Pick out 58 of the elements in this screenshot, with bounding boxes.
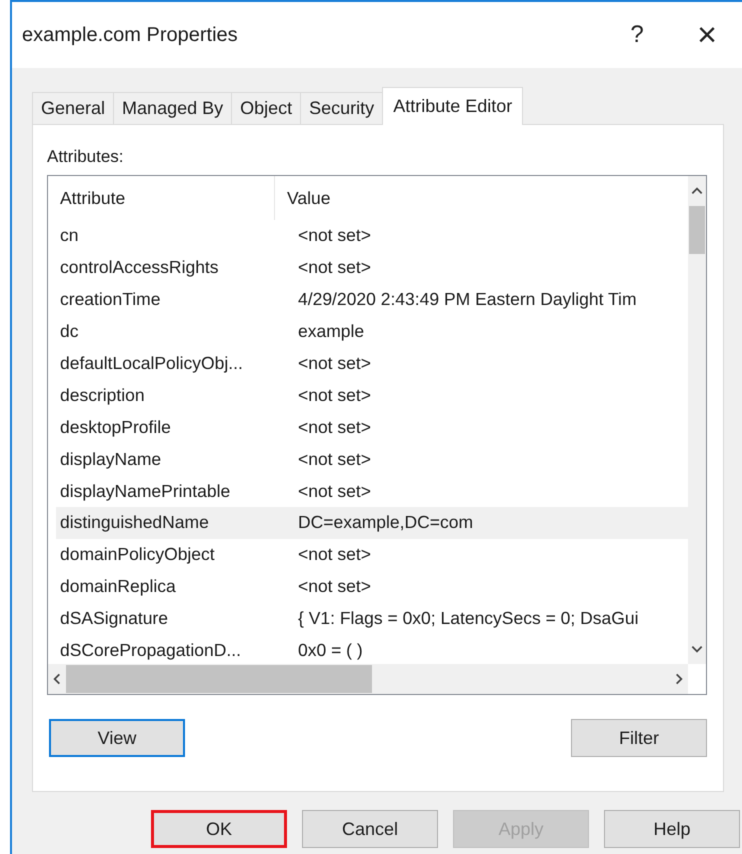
attribute-row[interactable]: dSASignature { V1: Flags = 0x0; LatencySecs = 0; DsaGui [60,602,688,635]
attribute-name: creationTime [60,289,162,310]
tab[interactable]: General [32,92,114,124]
attribute-value: <not set> [297,448,371,470]
attribute-value: 4/29/2020 2:43:49 PM Eastern Daylight Tim [297,289,637,310]
scroll-thumb[interactable] [66,665,372,693]
attribute-row[interactable]: creationTime 4/29/2020 2:43:49 PM Eastern Daylight Tim [60,284,688,316]
attribute-name: cn [60,225,80,246]
attribute-name: displayName [60,448,162,470]
attribute-value: <not set> [297,544,371,566]
attribute-value: <not set> [297,384,371,406]
attribute-name: distinguishedName [60,512,210,534]
dialog-button[interactable]: Cancel [302,810,438,848]
tab[interactable]: Attribute Editor [382,87,524,125]
column-header[interactable]: Value [274,176,330,220]
attribute-row[interactable]: domainPolicyObject <not set> [60,538,688,571]
attribute-name: desktopProfile [60,416,172,438]
attribute-value: 0x0 = ( ) [297,640,363,662]
attribute-value: example [297,321,364,342]
scroll-thumb[interactable] [689,206,705,254]
attribute-value: DC=example,DC=com [297,512,474,534]
attribute-row[interactable]: desktopProfile <not set> [60,411,688,444]
attribute-row[interactable]: description <not set> [60,379,688,412]
panel-button[interactable]: Filter [571,719,707,757]
attribute-value: <not set> [297,480,371,502]
help-button[interactable]: ? [602,10,672,60]
attributes-label: Attributes: [47,147,125,167]
close-button[interactable]: × [672,10,742,60]
vertical-scrollbar[interactable] [688,176,706,664]
attribute-row[interactable]: cn <not set> [60,220,688,252]
attribute-name: dSASignature [60,608,169,630]
dialog-button[interactable]: Help [604,810,740,848]
attribute-value: <not set> [297,353,371,374]
attribute-value: <not set> [297,225,371,246]
attribute-row[interactable]: distinguishedName DC=example,DC=com [56,507,688,539]
attribute-name: dc [60,321,80,342]
attribute-name: displayNamePrintable [60,480,232,502]
attribute-name: description [60,384,146,406]
attribute-name: controlAccessRights [60,257,220,278]
attribute-value: <not set> [297,416,371,438]
horizontal-scrollbar[interactable] [48,664,688,694]
attribute-name: dSCorePropagationD... [60,640,242,662]
attribute-name: domainPolicyObject [60,544,216,566]
attribute-row[interactable]: dc example [60,316,688,348]
attribute-value: { V1: Flags = 0x0; LatencySecs = 0; DsaGui [297,608,638,630]
attribute-value: <not set> [297,257,371,278]
attribute-row[interactable]: domainReplica <not set> [60,570,688,603]
dialog-button[interactable]: OK [151,810,287,848]
attribute-row[interactable]: dSCorePropagationD... 0x0 = ( ) [60,634,688,664]
attribute-row[interactable]: displayNamePrintable <not set> [60,475,688,508]
panel-button[interactable]: View [49,719,185,757]
attribute-name: domainReplica [60,576,177,598]
attribute-row[interactable]: defaultLocalPolicyObj... <not set> [60,348,688,380]
attribute-name: defaultLocalPolicyObj... [60,353,244,374]
attribute-value: <not set> [297,576,371,598]
attribute-row[interactable]: displayName <not set> [60,443,688,476]
window-title: example.com Properties [22,24,239,46]
attribute-row[interactable]: controlAccessRights <not set> [60,252,688,284]
